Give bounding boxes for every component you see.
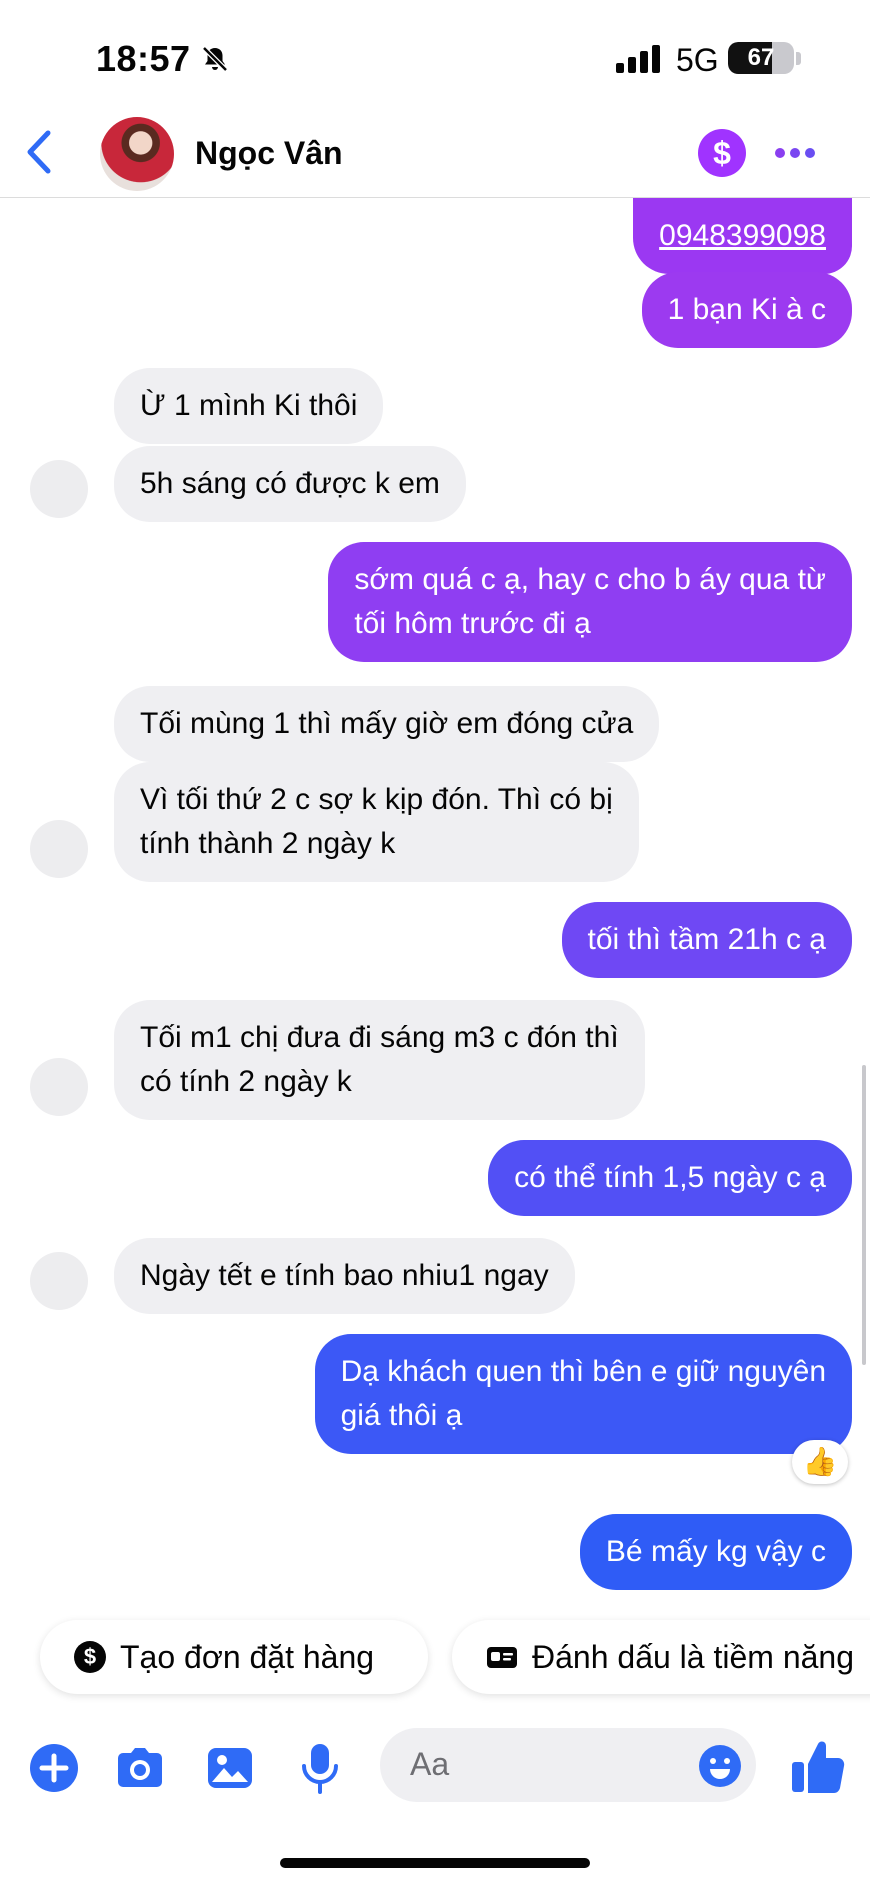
contact-avatar[interactable]	[100, 117, 174, 191]
sender-avatar-placeholder	[30, 1058, 88, 1116]
contact-name[interactable]: Ngọc Vân	[195, 135, 343, 172]
message-text: Ừ 1 mình Ki thôi	[140, 389, 358, 422]
message-text: Vì tối thứ 2 c sợ k kịp đón. Thì có bị	[140, 783, 613, 816]
message-text: có thể tính 1,5 ngày c ạ	[514, 1161, 826, 1194]
status-time: 18:57	[96, 38, 191, 79]
message-outgoing[interactable]: tối thì tầm 21h c ạ	[561, 902, 852, 978]
message-text: giá thôi ạ	[340, 1399, 463, 1432]
home-indicator	[280, 1858, 590, 1868]
camera-icon[interactable]	[112, 1740, 168, 1796]
signal-icon	[616, 45, 660, 73]
message-text: Bé mấy kg vậy c	[605, 1535, 826, 1568]
message-outgoing[interactable]: 0948399098	[633, 198, 852, 274]
sender-avatar-placeholder	[30, 820, 88, 878]
message-text: có tính 2 ngày k	[140, 1065, 352, 1098]
scrollbar[interactable]	[862, 1065, 866, 1365]
message-outgoing[interactable]: có thể tính 1,5 ngày c ạ	[488, 1140, 852, 1216]
message-incoming[interactable]: 5h sáng có được k em	[114, 446, 466, 522]
message-text: Dạ khách quen thì bên e giữ nguyên	[340, 1355, 826, 1388]
back-chevron-icon[interactable]	[22, 127, 58, 177]
quick-reply-label: Tạo đơn đặt hàng	[120, 1639, 375, 1675]
message-text: Tối m1 chị đưa đi sáng m3 c đón thì	[140, 1021, 619, 1054]
battery-cap	[796, 52, 801, 65]
bell-slash-icon	[202, 46, 228, 72]
message-text: tối thì tầm 21h c ạ	[587, 923, 826, 956]
battery-indicator: 67	[728, 42, 794, 74]
message-text: tính thành 2 ngày k	[140, 827, 396, 860]
message-input[interactable]: Aa	[380, 1728, 756, 1802]
message-text: 1 bạn Ki à c	[667, 293, 826, 326]
message-incoming[interactable]: Ngày tết e tính bao nhiu1 ngay	[114, 1238, 575, 1314]
message-input-placeholder: Aa	[410, 1746, 450, 1782]
dollar-circle-icon: $	[74, 1641, 106, 1673]
plus-icon[interactable]	[26, 1740, 82, 1796]
microphone-icon[interactable]	[292, 1740, 348, 1796]
message-incoming[interactable]: Tối m1 chị đưa đi sáng m3 c đón thì có t…	[114, 1000, 645, 1120]
quick-reply-label: Đánh dấu là tiềm năng	[532, 1639, 854, 1675]
thumbs-up-reaction[interactable]: 👍	[792, 1440, 848, 1484]
quick-reply-mark-potential[interactable]: Đánh dấu là tiềm năng	[452, 1620, 870, 1694]
sender-avatar-placeholder	[30, 1252, 88, 1310]
more-options-icon[interactable]	[774, 147, 816, 159]
message-text[interactable]: 0948399098	[659, 214, 826, 258]
emoji-icon[interactable]	[698, 1744, 742, 1788]
message-outgoing[interactable]: sớm quá c ạ, hay c cho b áy qua từ tối h…	[328, 542, 852, 662]
message-incoming[interactable]: Vì tối thứ 2 c sợ k kịp đón. Thì có bị t…	[114, 762, 639, 882]
message-incoming[interactable]: Ừ 1 mình Ki thôi	[114, 368, 384, 444]
message-outgoing[interactable]: Bé mấy kg vậy c	[579, 1514, 852, 1590]
thumbs-up-icon[interactable]	[790, 1736, 846, 1796]
svg-text:$: $	[84, 1644, 96, 1669]
message-text: Tối mùng 1 thì mấy giờ em đóng cửa	[140, 707, 634, 740]
network-label: 5G	[676, 42, 719, 78]
message-text: sớm quá c ạ, hay c cho b áy qua từ	[354, 563, 826, 596]
id-card-icon	[487, 1647, 517, 1668]
sender-avatar-placeholder	[30, 460, 88, 518]
quick-reply-create-order[interactable]: $ Tạo đơn đặt hàng	[40, 1620, 428, 1694]
message-outgoing[interactable]: 1 bạn Ki à c	[641, 272, 852, 348]
status-bar: 18:57 5G 67	[0, 0, 870, 115]
message-text: 5h sáng có được k em	[140, 467, 440, 500]
chat-header: Ngọc Vân $	[0, 115, 870, 198]
photo-gallery-icon[interactable]	[202, 1740, 258, 1796]
message-incoming[interactable]: Tối mùng 1 thì mấy giờ em đóng cửa	[114, 686, 660, 762]
message-text: Ngày tết e tính bao nhiu1 ngay	[140, 1259, 549, 1292]
message-text: tối hôm trước đi ạ	[354, 607, 591, 640]
battery-percent: 67	[747, 44, 775, 71]
message-outgoing[interactable]: Dạ khách quen thì bên e giữ nguyên giá t…	[314, 1334, 852, 1454]
payment-dollar-icon[interactable]: $	[698, 129, 746, 177]
